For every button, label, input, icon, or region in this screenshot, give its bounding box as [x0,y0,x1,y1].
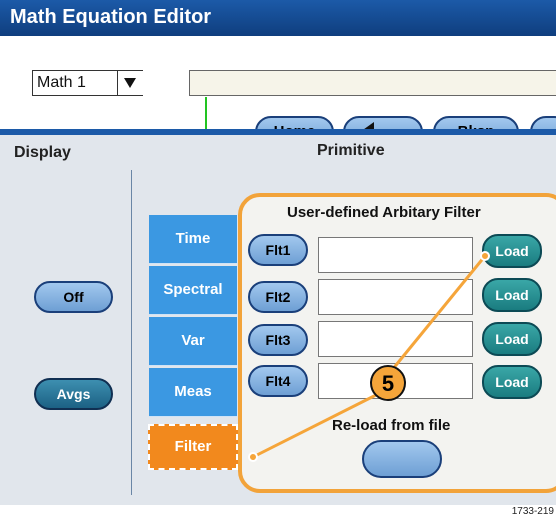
avgs-label: Avgs [56,386,91,402]
callout-dot-filter [248,452,258,462]
display-off-button[interactable]: Off [34,281,113,313]
tab-filter-label: Filter [174,438,212,455]
tab-meas-label: Meas [174,383,212,400]
load-flt2-label: Load [495,287,529,303]
reload-label: Re-load from file [332,417,451,434]
equation-connector-line [205,97,255,132]
tab-filter[interactable]: Filter [148,424,238,470]
dropdown-button[interactable] [117,71,143,95]
callout-dot-load [480,251,490,261]
flt1-path-input[interactable] [318,237,473,273]
flt1-button[interactable]: Flt1 [248,234,308,266]
flt4-button[interactable]: Flt4 [248,365,308,397]
primitive-heading: Primitive [317,142,385,159]
flt3-path-input[interactable] [318,321,473,357]
tab-var-label: Var [181,332,205,349]
window-title: Math Equation Editor [10,6,212,28]
tab-spectral-label: Spectral [163,281,223,298]
reload-from-file-button[interactable] [362,440,442,478]
load-flt4-button[interactable]: Load [482,365,542,399]
display-avgs-button[interactable]: Avgs [34,378,113,410]
filter-panel-title: User-defined Arbitary Filter [287,204,481,221]
load-flt1-label: Load [495,243,529,259]
load-flt1-button[interactable]: Load [482,234,542,268]
flt2-button[interactable]: Flt2 [248,281,308,313]
load-flt4-label: Load [495,374,529,390]
tab-meas[interactable]: Meas [149,368,237,417]
math-source-value: Math 1 [37,74,86,91]
figure-id: 1733-219 [511,506,554,517]
flt3-label: Flt3 [265,332,291,348]
tab-time[interactable]: Time [149,215,237,264]
math-equation-editor-window: Math Equation Editor Math 1 Home Bksp Di… [0,0,556,505]
flt2-path-input[interactable] [318,279,473,315]
flt1-label: Flt1 [265,242,291,258]
tab-spectral[interactable]: Spectral [149,266,237,315]
triangle-down-icon [124,78,136,88]
callout-number-text: 5 [381,371,395,396]
callout-number: 5 [370,365,406,401]
math-source-select[interactable]: Math 1 [32,70,143,96]
equation-input[interactable] [189,70,556,96]
tab-var[interactable]: Var [149,317,237,366]
flt2-label: Flt2 [265,289,291,305]
tab-time-label: Time [175,230,211,247]
title-bar: Math Equation Editor [0,0,556,36]
load-flt3-label: Load [495,331,529,347]
off-label: Off [63,289,84,305]
column-divider [131,170,132,495]
load-flt2-button[interactable]: Load [482,278,542,312]
flt3-button[interactable]: Flt3 [248,324,308,356]
flt4-label: Flt4 [265,373,291,389]
display-heading: Display [14,144,71,161]
load-flt3-button[interactable]: Load [482,322,542,356]
